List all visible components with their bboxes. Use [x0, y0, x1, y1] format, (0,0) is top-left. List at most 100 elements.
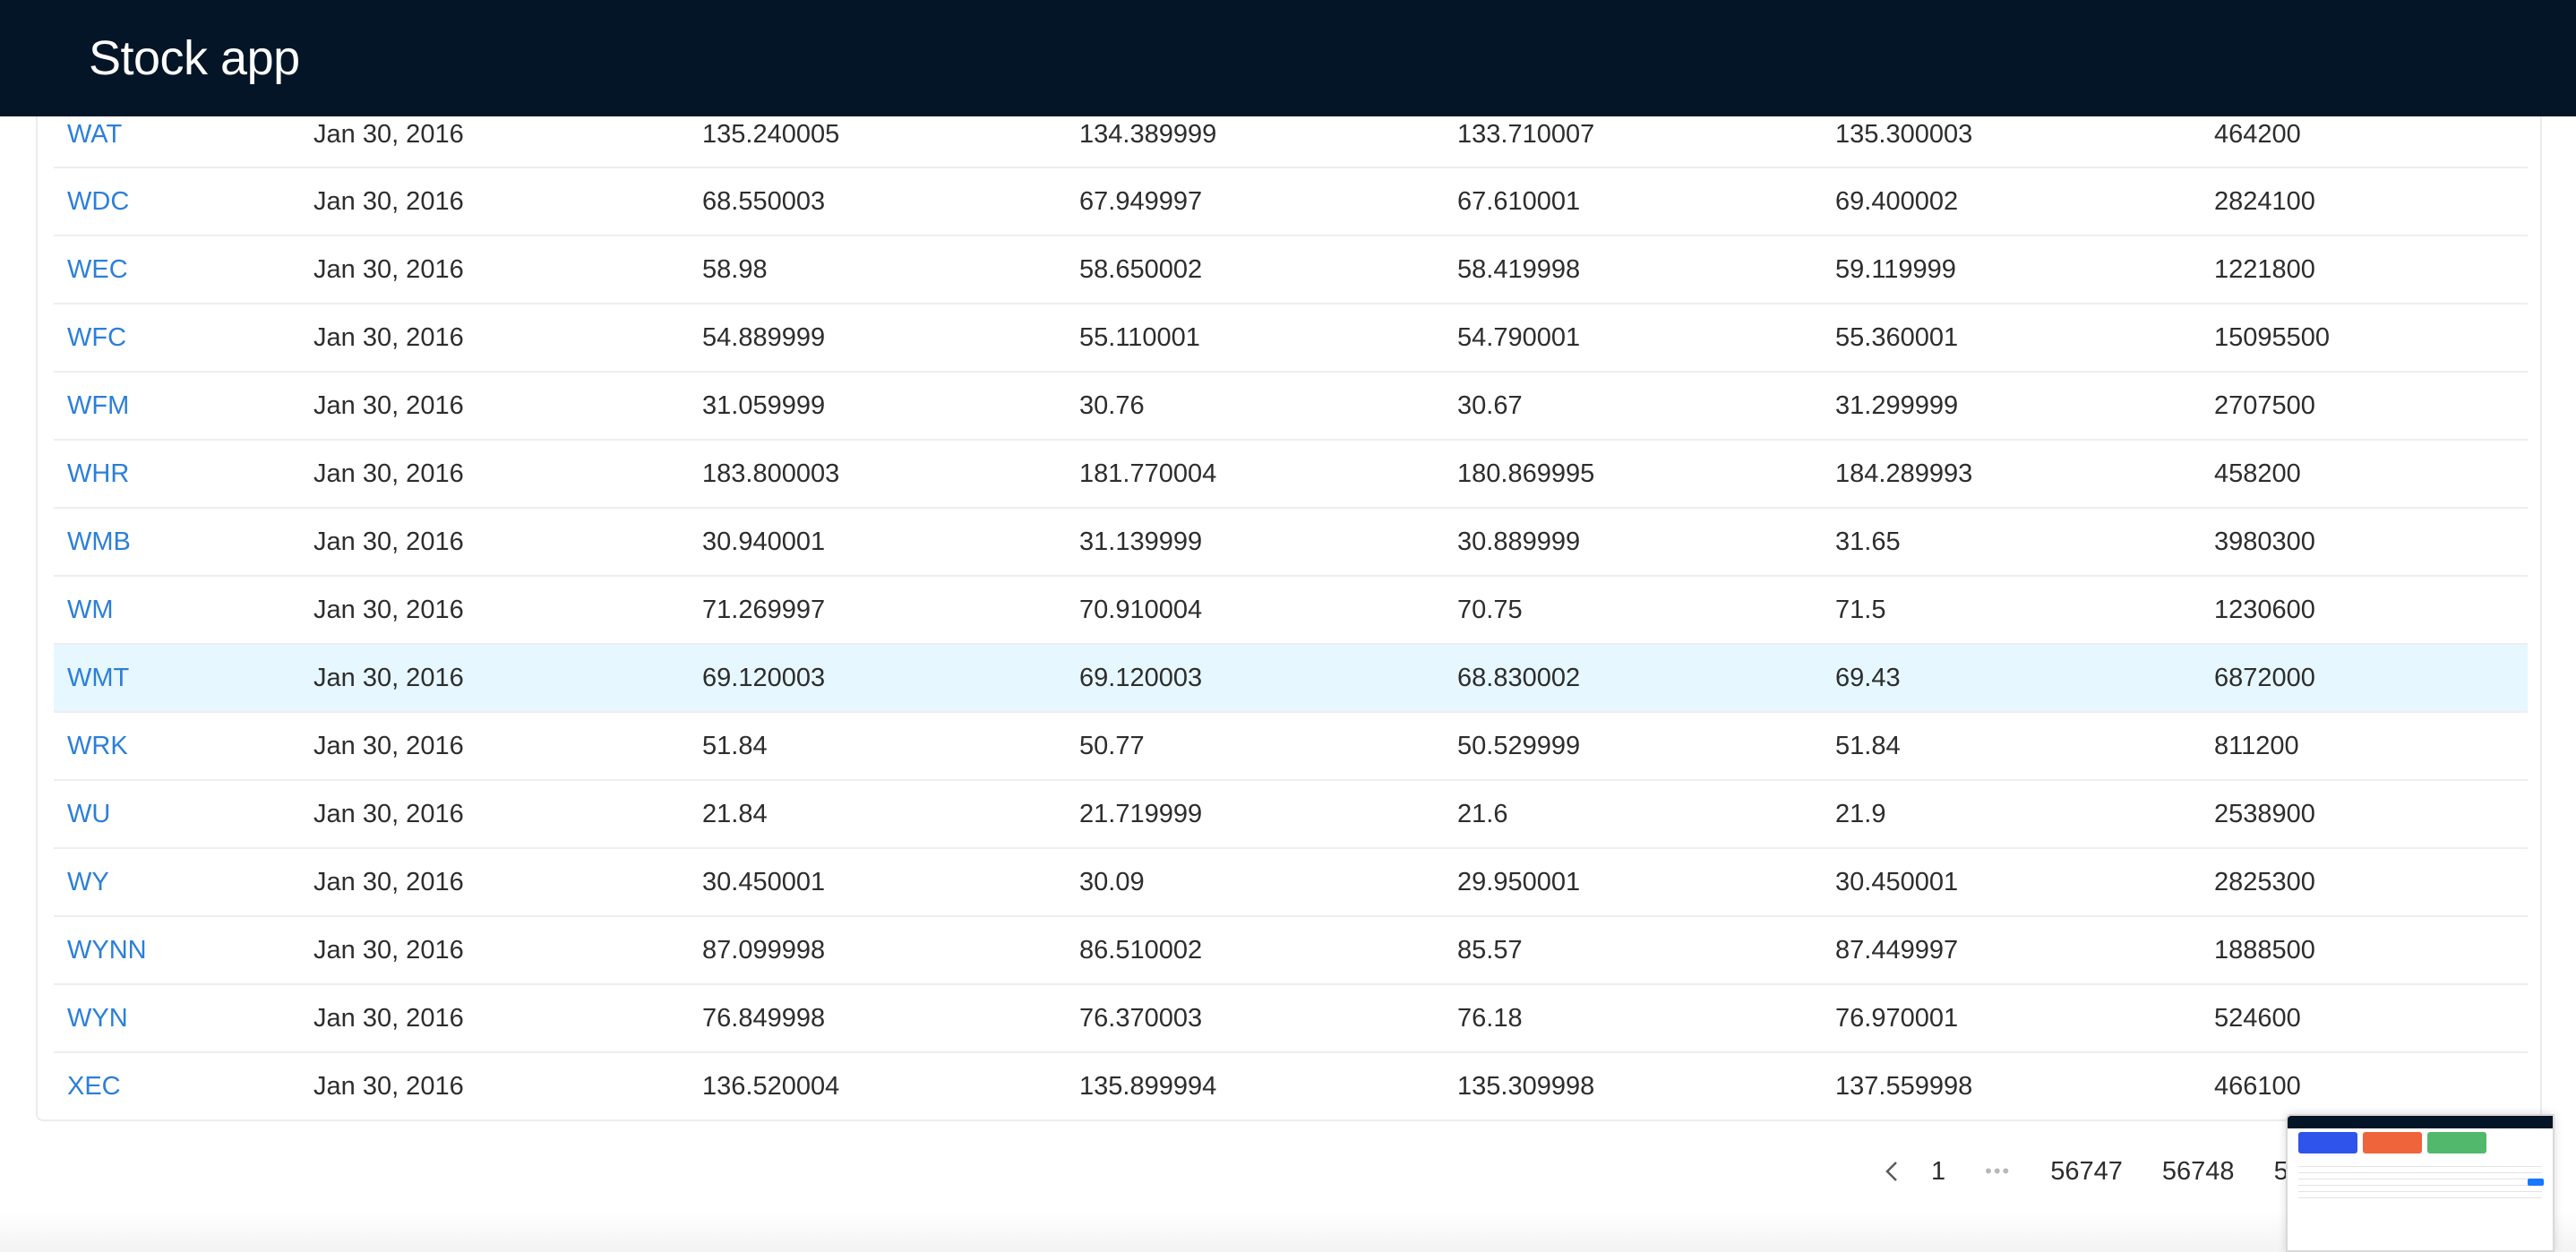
value-cell-3: 21.6	[1457, 800, 1508, 828]
table-row[interactable]: WM Jan 30, 2016 71.269997 70.910004 70.75 71.…	[54, 577, 2528, 645]
volume-cell: 15095500	[2214, 323, 2331, 352]
date-cell: Jan 30, 2016	[313, 868, 464, 896]
thumbnail-button	[2528, 1179, 2544, 1186]
pagination-page-56748[interactable]: 56748	[2162, 1146, 2235, 1196]
symbol-link[interactable]: WU	[67, 781, 110, 847]
value-cell-4: 71.5	[1835, 596, 1886, 624]
value-cell-4: 69.400002	[1835, 187, 1959, 216]
symbol-link[interactable]: WDC	[67, 168, 129, 235]
date-cell: Jan 30, 2016	[313, 936, 464, 965]
table-row[interactable]: WDC Jan 30, 2016 68.550003 67.949997 67.6100…	[54, 168, 2528, 236]
table-row[interactable]: WEC Jan 30, 2016 58.98 58.650002 58.419998 59…	[54, 236, 2528, 304]
value-cell-3: 54.790001	[1457, 323, 1581, 352]
value-cell-2: 181.770004	[1079, 459, 1217, 488]
value-cell-3: 135.309998	[1457, 1072, 1595, 1101]
date-cell: Jan 30, 2016	[313, 120, 464, 149]
value-cell-1: 87.099998	[702, 936, 826, 965]
table-row[interactable]: WFM Jan 30, 2016 31.059999 30.76 30.67 31.299…	[54, 373, 2528, 441]
value-cell-2: 86.510002	[1079, 936, 1203, 965]
value-cell-3: 29.950001	[1457, 868, 1581, 896]
value-cell-2: 76.370003	[1079, 1004, 1203, 1033]
volume-cell: 811200	[2214, 732, 2299, 760]
value-cell-4: 87.449997	[1835, 936, 1959, 965]
table-row[interactable]: WU Jan 30, 2016 21.84 21.719999 21.6 21.9 2538…	[54, 781, 2528, 849]
window-thumbnail-preview[interactable]	[2286, 1114, 2555, 1252]
table-row[interactable]: WHR Jan 30, 2016 183.800003 181.770004 180.8…	[54, 441, 2528, 509]
value-cell-2: 69.120003	[1079, 664, 1203, 692]
table-row[interactable]: WMB Jan 30, 2016 30.940001 31.139999 30.8899…	[54, 509, 2528, 577]
table-row[interactable]: WAT Jan 30, 2016 135.240005 134.389999 133.7…	[54, 116, 2528, 168]
value-cell-1: 71.269997	[702, 596, 826, 624]
chevron-left-icon	[1885, 1162, 1897, 1181]
symbol-link[interactable]: WRK	[67, 713, 128, 779]
value-cell-3: 76.18	[1457, 1004, 1523, 1033]
value-cell-1: 30.940001	[702, 527, 826, 556]
symbol-link[interactable]: WFM	[67, 373, 129, 439]
value-cell-2: 70.910004	[1079, 596, 1203, 624]
stocks-table-card: WAT Jan 30, 2016 135.240005 134.389999 133.7…	[36, 116, 2542, 1121]
value-cell-3: 85.57	[1457, 936, 1523, 965]
date-cell: Jan 30, 2016	[313, 323, 464, 352]
value-cell-4: 76.970001	[1835, 1004, 1959, 1033]
table-row[interactable]: WY Jan 30, 2016 30.450001 30.09 29.950001 30.…	[54, 849, 2528, 917]
value-cell-3: 68.830002	[1457, 664, 1581, 692]
symbol-link[interactable]: WHR	[67, 441, 129, 507]
table-row[interactable]: WFC Jan 30, 2016 54.889999 55.110001 54.7900…	[54, 304, 2528, 373]
date-cell: Jan 30, 2016	[313, 391, 464, 420]
value-cell-3: 30.889999	[1457, 527, 1581, 556]
date-cell: Jan 30, 2016	[313, 255, 464, 284]
value-cell-2: 134.389999	[1079, 120, 1217, 149]
symbol-link[interactable]: WFC	[67, 304, 126, 371]
value-cell-3: 58.419998	[1457, 255, 1581, 284]
value-cell-4: 184.289993	[1835, 459, 1973, 488]
volume-cell: 1888500	[2214, 936, 2315, 965]
app-header: Stock app	[0, 0, 2576, 116]
volume-cell: 524600	[2214, 1004, 2301, 1033]
value-cell-3: 30.67	[1457, 391, 1523, 420]
value-cell-1: 31.059999	[702, 391, 826, 420]
value-cell-2: 31.139999	[1079, 527, 1203, 556]
pagination-prev-button[interactable]	[1881, 1146, 1902, 1196]
thumbnail-card	[2363, 1132, 2422, 1153]
pagination-page-1[interactable]: 1	[1931, 1146, 1945, 1196]
symbol-link[interactable]: WM	[67, 577, 114, 643]
value-cell-1: 51.84	[702, 732, 768, 760]
value-cell-1: 58.98	[702, 255, 768, 284]
symbol-link[interactable]: WAT	[67, 116, 122, 167]
symbol-link[interactable]: WEC	[67, 236, 128, 303]
value-cell-3: 70.75	[1457, 596, 1523, 624]
date-cell: Jan 30, 2016	[313, 1072, 464, 1101]
date-cell: Jan 30, 2016	[313, 1004, 464, 1033]
value-cell-2: 55.110001	[1079, 323, 1200, 352]
symbol-link[interactable]: WYNN	[67, 917, 147, 983]
value-cell-1: 69.120003	[702, 664, 826, 692]
value-cell-1: 21.84	[702, 800, 768, 828]
value-cell-2: 30.09	[1079, 868, 1145, 896]
date-cell: Jan 30, 2016	[313, 664, 464, 692]
table-row[interactable]: WMT Jan 30, 2016 69.120003 69.120003 68.8300…	[54, 645, 2528, 713]
pagination-page-56747[interactable]: 56747	[2050, 1146, 2123, 1196]
symbol-link[interactable]: WYN	[67, 985, 128, 1051]
table-row[interactable]: WRK Jan 30, 2016 51.84 50.77 50.529999 51.84 8…	[54, 713, 2528, 781]
symbol-link[interactable]: WY	[67, 849, 109, 915]
volume-cell: 2825300	[2214, 868, 2315, 896]
symbol-link[interactable]: XEC	[67, 1053, 121, 1119]
table-row[interactable]: XEC Jan 30, 2016 136.520004 135.899994 135.3…	[54, 1053, 2528, 1119]
symbol-link[interactable]: WMT	[67, 645, 129, 711]
value-cell-4: 30.450001	[1835, 868, 1959, 896]
table-row[interactable]: WYN Jan 30, 2016 76.849998 76.370003 76.18 76…	[54, 985, 2528, 1053]
date-cell: Jan 30, 2016	[313, 187, 464, 216]
thumbnail-cards	[2288, 1132, 2553, 1153]
symbol-link[interactable]: WMB	[67, 509, 131, 575]
value-cell-3: 50.529999	[1457, 732, 1581, 760]
value-cell-4: 21.9	[1835, 800, 1886, 828]
value-cell-4: 135.300003	[1835, 120, 1973, 149]
value-cell-4: 59.119999	[1835, 255, 1956, 284]
pagination-ellipsis[interactable]: •••	[1985, 1146, 2011, 1196]
value-cell-1: 135.240005	[702, 120, 840, 149]
volume-cell: 2538900	[2214, 800, 2315, 828]
volume-cell: 3980300	[2214, 527, 2315, 556]
date-cell: Jan 30, 2016	[313, 527, 464, 556]
table-row[interactable]: WYNN Jan 30, 2016 87.099998 86.510002 85.57 8…	[54, 917, 2528, 985]
value-cell-1: 183.800003	[702, 459, 840, 488]
